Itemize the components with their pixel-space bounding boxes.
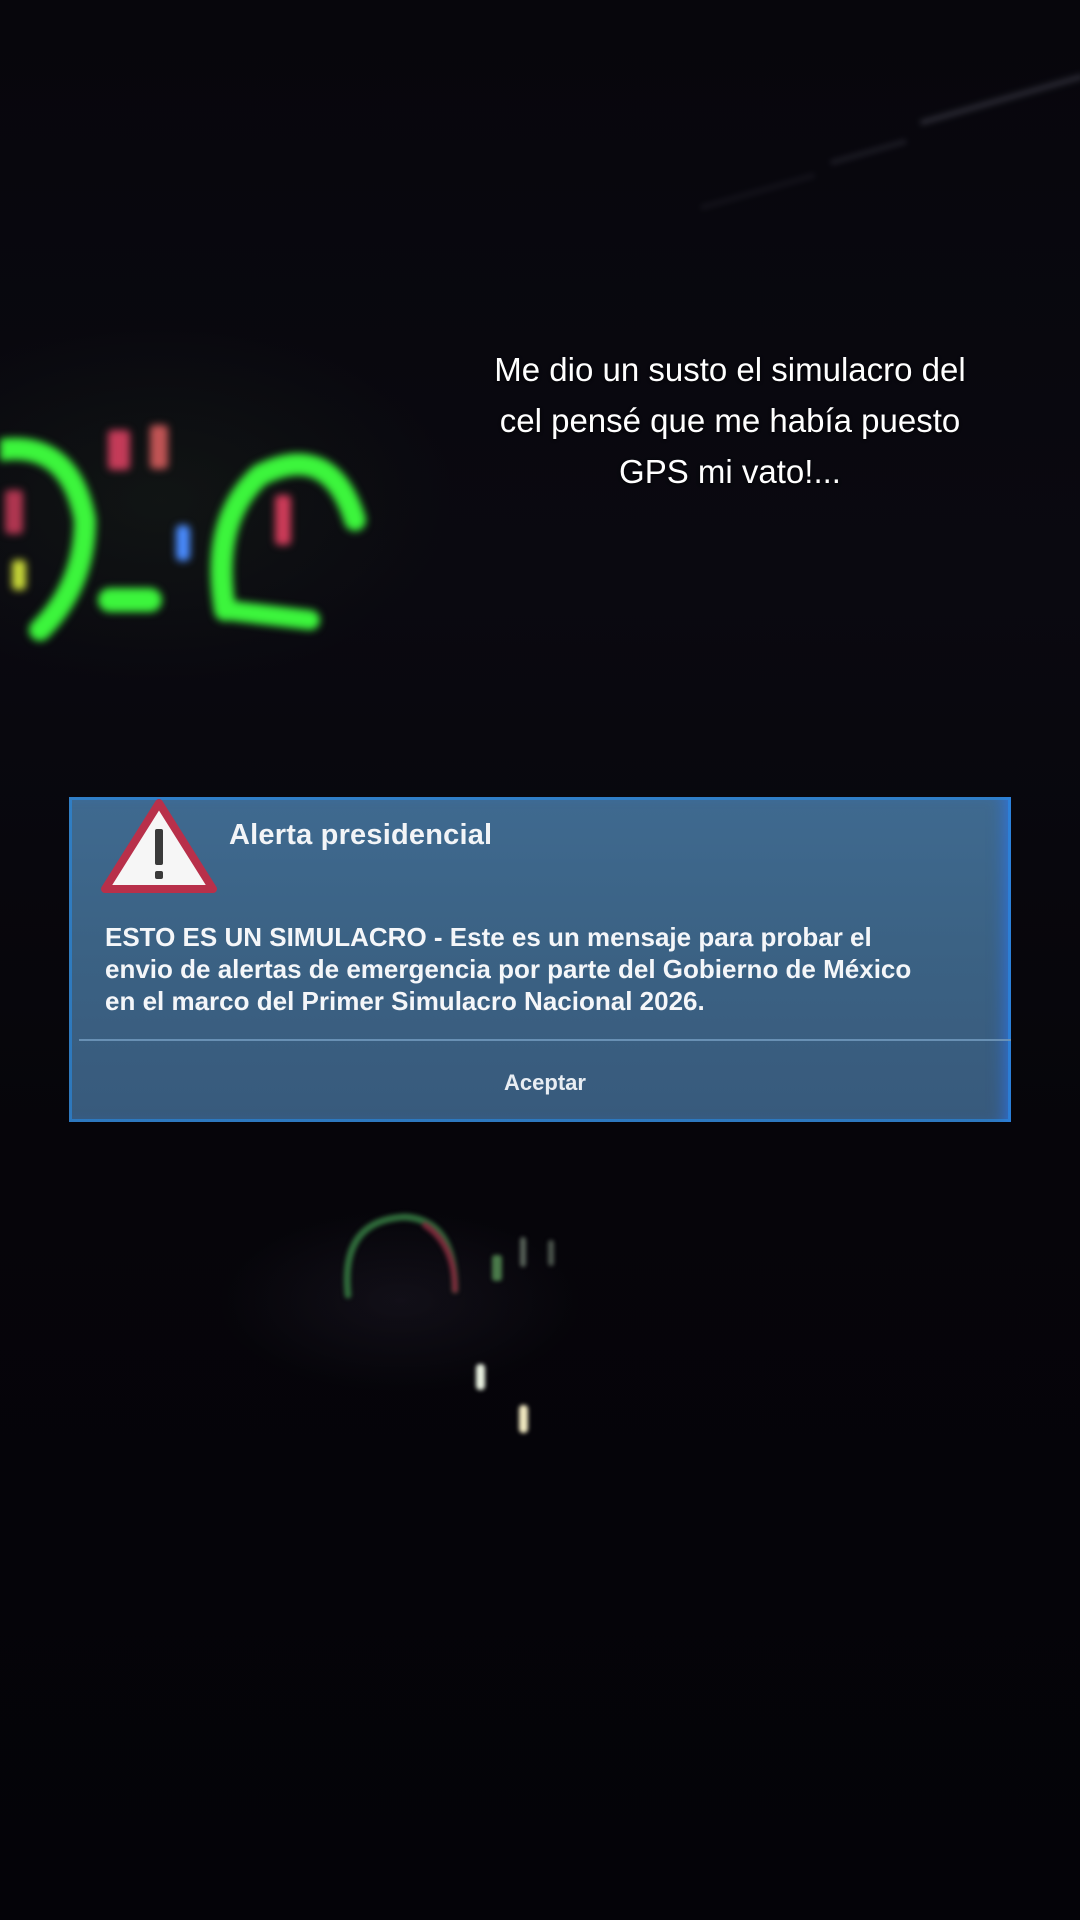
ceiling-reflection bbox=[829, 138, 908, 166]
alert-message-line: ESTO ES UN SIMULACRO - Este es un mensaj… bbox=[105, 922, 872, 952]
dashboard-gauge-cluster bbox=[0, 425, 366, 641]
alert-message: ESTO ES UN SIMULACRO - Este es un mensaj… bbox=[105, 921, 985, 1017]
divider bbox=[79, 1039, 1011, 1041]
caption-line: Me dio un susto el simulacro del bbox=[494, 351, 966, 388]
warning-triangle-icon bbox=[101, 799, 217, 893]
dashboard-gauge-dim bbox=[343, 1213, 554, 1299]
dashboard-indicator-light bbox=[476, 1364, 485, 1390]
caption-line: GPS mi vato!... bbox=[619, 453, 841, 490]
alert-message-line: envio de alertas de emergencia por parte… bbox=[105, 954, 912, 984]
ceiling-reflection bbox=[919, 73, 1080, 126]
alert-title: Alerta presidencial bbox=[229, 819, 493, 851]
video-frame: Me dio un susto el simulacro del cel pen… bbox=[0, 0, 1080, 1920]
video-caption: Me dio un susto el simulacro del cel pen… bbox=[420, 344, 1040, 497]
alert-message-line: en el marco del Primer Simulacro Naciona… bbox=[105, 986, 705, 1016]
ceiling-reflection bbox=[699, 172, 817, 211]
caption-line: cel pensé que me había puesto bbox=[499, 402, 961, 439]
emergency-alert-dialog: Alerta presidencial ESTO ES UN SIMULACRO… bbox=[69, 797, 1011, 1122]
accept-button[interactable]: Aceptar bbox=[69, 1043, 1011, 1122]
dashboard-indicator-light bbox=[519, 1405, 528, 1433]
